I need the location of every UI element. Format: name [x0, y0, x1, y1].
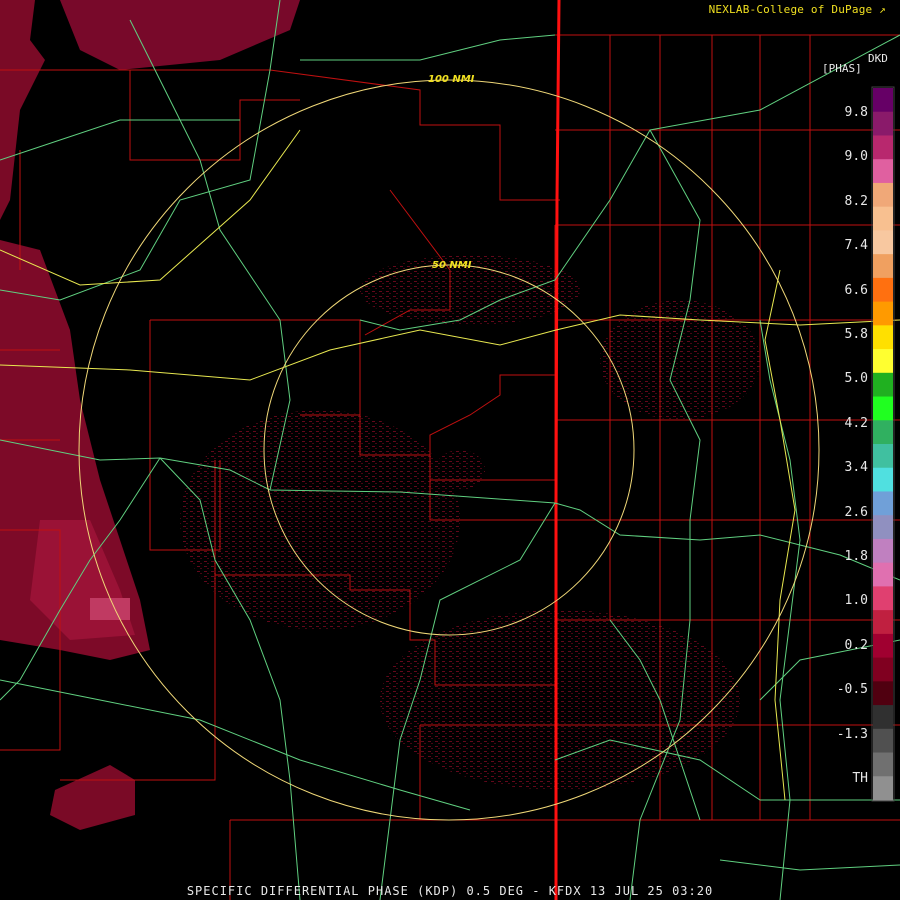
scale-swatch	[873, 705, 893, 730]
scale-swatch	[873, 135, 893, 160]
product-footer: SPECIFIC DIFFERENTIAL PHASE (KDP) 0.5 DE…	[186, 884, 714, 898]
scale-swatch	[873, 159, 893, 184]
ring-label-50nmi: 50 NMI	[432, 260, 472, 271]
legend-tick-label: 1.0	[844, 593, 868, 609]
scale-swatch	[873, 657, 893, 682]
scale-swatch	[873, 633, 893, 659]
legend-tick-label: TH	[852, 771, 868, 786]
clutter-field	[180, 255, 760, 790]
scale-swatch	[873, 515, 893, 540]
scale-swatch	[873, 467, 893, 492]
credit-text: NEXLAB-College of DuPage ↗	[709, 3, 886, 16]
scale-swatch	[873, 610, 893, 635]
credit-label: NEXLAB-College of DuPage	[708, 3, 873, 16]
scale-swatch	[873, 396, 893, 421]
scale-swatch	[873, 349, 893, 374]
radar-map: 50 NMI 100 NMI	[0, 0, 900, 900]
legend-tick-label: 1.8	[844, 549, 868, 564]
scale-swatch	[873, 277, 893, 303]
color-scale	[871, 86, 895, 802]
legend-tick-label: 6.6	[844, 282, 868, 298]
scale-swatch	[873, 728, 893, 754]
scale-swatch	[873, 88, 893, 113]
scale-swatch	[873, 325, 893, 350]
scale-swatch	[873, 681, 893, 706]
scale-swatch	[873, 776, 893, 801]
legend-tick-label: 5.8	[844, 327, 868, 342]
scale-swatch	[873, 230, 893, 255]
scale-swatch	[873, 420, 893, 445]
scale-swatch	[873, 182, 893, 208]
units-label: [PHAS]	[822, 62, 862, 75]
legend-tick-label: 8.2	[844, 193, 868, 209]
scale-swatch	[873, 586, 893, 611]
ring-label-100nmi: 100 NMI	[428, 74, 475, 85]
legend-tick-label: 2.6	[844, 504, 868, 520]
scale-swatch	[873, 491, 893, 516]
scale-swatch	[873, 538, 893, 564]
legend-tick-label: 0.2	[844, 637, 868, 653]
echo-southwest	[50, 765, 135, 830]
legend-tick-label: 4.2	[844, 415, 868, 431]
echo-hotspot	[90, 598, 130, 620]
legend-tick-label: 7.4	[844, 238, 868, 254]
scale-swatch	[873, 206, 893, 231]
scale-swatch	[873, 301, 893, 326]
scale-swatch	[873, 752, 893, 777]
legend-tick-label: -0.5	[836, 682, 868, 698]
echo-north	[60, 0, 300, 70]
logo-icon: ↗	[879, 3, 886, 16]
legend-tick-label: 5.0	[844, 371, 868, 387]
scale-swatch	[873, 444, 893, 469]
product-code: DKD	[868, 52, 888, 65]
legend-tick-label: 9.0	[844, 149, 868, 165]
scale-swatch	[873, 372, 893, 398]
echo-northwest	[0, 0, 45, 220]
scale-swatch	[873, 254, 893, 279]
scale-swatch	[873, 562, 893, 587]
legend-tick-label: 9.8	[844, 105, 868, 120]
legend-tick-label: 3.4	[844, 460, 868, 476]
legend-tick-label: -1.3	[836, 726, 868, 742]
scale-swatch	[873, 111, 893, 136]
